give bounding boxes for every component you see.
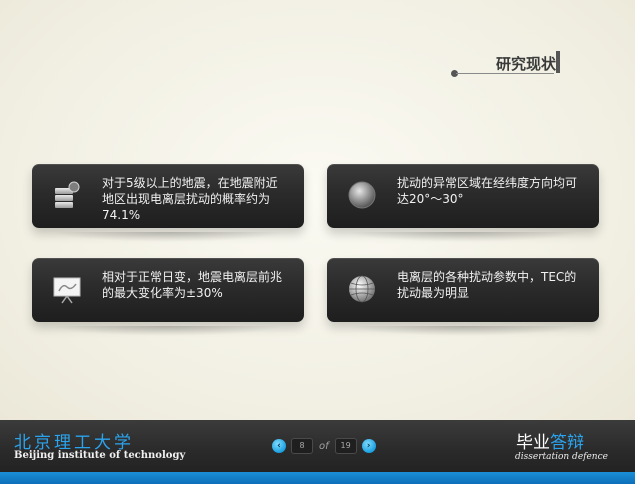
next-page-button[interactable]: › bbox=[361, 439, 376, 453]
defense-title-en: dissertation defence bbox=[515, 452, 608, 462]
pager: ‹ 8 of 19 › bbox=[272, 437, 376, 455]
card-text: 电离层的各种扰动参数中，TEC的扰动最为明显 bbox=[397, 270, 577, 300]
defense-title-cn: 毕业答辩 bbox=[516, 428, 584, 453]
info-card-2: 扰动的异常区域在经纬度方向均可达20°～30° bbox=[327, 164, 599, 242]
database-icon bbox=[55, 181, 80, 208]
defense-title-part-b: 答辩 bbox=[550, 433, 584, 453]
card-text: 相对于正常日变，地震电离层前兆的最大变化率为±30% bbox=[102, 270, 283, 300]
info-card-1: 对于5级以上的地震，在地震附近地区出现电离层扰动的概率约为74.1% bbox=[32, 164, 304, 242]
info-card-4: 电离层的各种扰动参数中，TEC的扰动最为明显 bbox=[327, 258, 599, 336]
section-title: 研究现状 bbox=[495, 55, 556, 73]
globe-icon bbox=[349, 275, 375, 303]
university-name-en: Beijing institute of technology bbox=[14, 450, 186, 461]
pager-of-label: of bbox=[319, 440, 329, 452]
prev-page-button[interactable]: ‹ bbox=[272, 439, 286, 453]
info-card-3: 相对于正常日变，地震电离层前兆的最大变化率为±30% bbox=[32, 258, 304, 336]
defense-title-part-a: 毕业 bbox=[516, 433, 550, 453]
total-pages: 19 bbox=[334, 438, 357, 454]
card-text: 对于5级以上的地震，在地震附近地区出现电离层扰动的概率约为74.1% bbox=[102, 176, 278, 222]
section-title-bar bbox=[556, 51, 560, 73]
current-page: 8 bbox=[291, 438, 313, 454]
presentation-board-icon bbox=[53, 277, 81, 304]
footer-accent-strip bbox=[0, 472, 635, 484]
orb-icon bbox=[348, 181, 376, 209]
card-text: 扰动的异常区域在经纬度方向均可达20°～30° bbox=[397, 176, 578, 206]
